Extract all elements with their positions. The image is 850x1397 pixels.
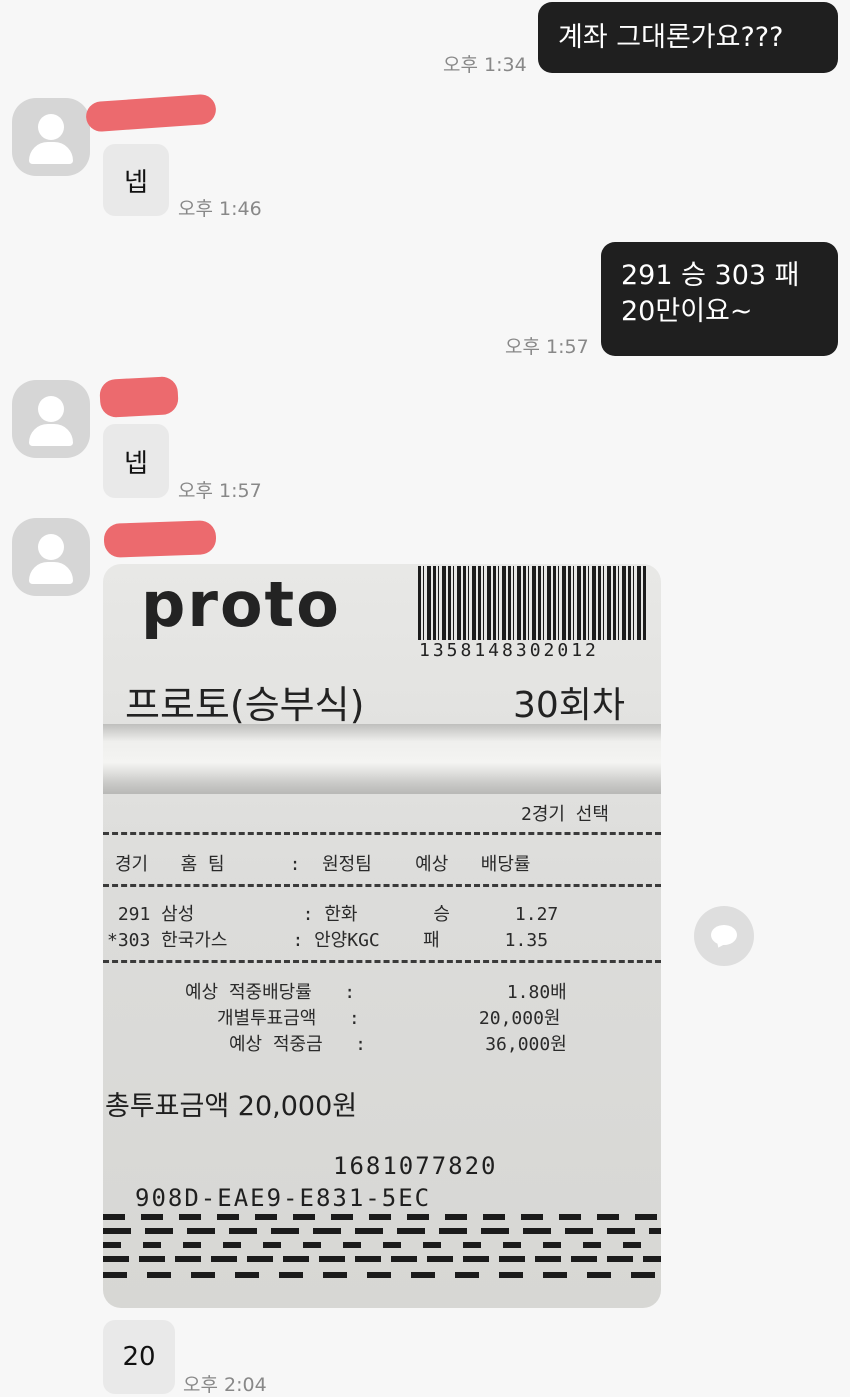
message-text: 넵 xyxy=(124,448,148,479)
proto-logo: proto xyxy=(141,568,341,641)
receipt-row: 291 삼성 : 한화 승 1.27 xyxy=(107,904,559,925)
receipt-fold xyxy=(103,724,661,794)
redacted-sender-name xyxy=(85,93,217,133)
message-text-line: 20만이요~ xyxy=(621,296,753,327)
receipt-summary: 개별투표금액 : 20,000원 xyxy=(217,1008,561,1029)
receipt-photo[interactable]: proto 1358148302012 프로토(승부식) 30회차 2경기 선택… xyxy=(103,564,661,1308)
message-text: 20 xyxy=(122,1342,156,1372)
redacted-sender-name xyxy=(103,520,217,558)
receipt-marks xyxy=(103,1214,661,1284)
receipt-header: 경기 홈 팀 : 원정팀 예상 배당률 xyxy=(115,854,531,875)
message-text-line: 291 승 303 패 xyxy=(621,260,800,291)
incoming-message[interactable]: 넵 xyxy=(103,144,169,216)
avatar[interactable] xyxy=(12,518,90,596)
incoming-message[interactable]: 넵 xyxy=(103,424,169,498)
outgoing-message[interactable]: 291 승 303 패 20만이요~ xyxy=(601,242,838,356)
barcode xyxy=(418,566,646,640)
redacted-sender-name xyxy=(99,375,179,419)
person-icon xyxy=(38,396,64,422)
divider xyxy=(103,884,661,887)
divider xyxy=(103,832,661,835)
receipt-code: 908D-EAE9-E831-5EC xyxy=(135,1184,432,1212)
message-time: 오후 1:34 xyxy=(443,54,527,76)
avatar[interactable] xyxy=(12,98,90,176)
person-icon xyxy=(38,114,64,140)
avatar[interactable] xyxy=(12,380,90,458)
person-icon xyxy=(38,534,64,560)
receipt-code: 1681077820 xyxy=(333,1152,498,1180)
receipt-round: 30회차 xyxy=(513,685,626,726)
receipt-summary: 예상 적중배당률 : 1.80배 xyxy=(185,982,567,1003)
receipt-total: 총투표금액 20,000원 xyxy=(105,1091,358,1122)
message-time: 오후 1:46 xyxy=(178,198,262,220)
message-time: 오후 2:04 xyxy=(183,1374,267,1396)
outgoing-message[interactable]: 계좌 그대론가요??? xyxy=(538,2,838,73)
receipt-title: 프로토(승부식) xyxy=(125,683,365,727)
message-text: 계좌 그대론가요??? xyxy=(558,21,784,53)
divider xyxy=(103,960,661,963)
share-button[interactable] xyxy=(694,906,754,966)
message-text: 넵 xyxy=(124,167,148,198)
receipt-summary: 예상 적중금 : 36,000원 xyxy=(229,1034,567,1055)
incoming-message[interactable]: 20 xyxy=(103,1320,175,1394)
message-time: 오후 1:57 xyxy=(178,480,262,502)
barcode-number: 1358148302012 xyxy=(419,640,599,661)
receipt-row: *303 한국가스 : 안양KGC 패 1.35 xyxy=(107,930,549,951)
message-time: 오후 1:57 xyxy=(505,336,589,358)
receipt-selection: 2경기 선택 xyxy=(521,804,609,825)
